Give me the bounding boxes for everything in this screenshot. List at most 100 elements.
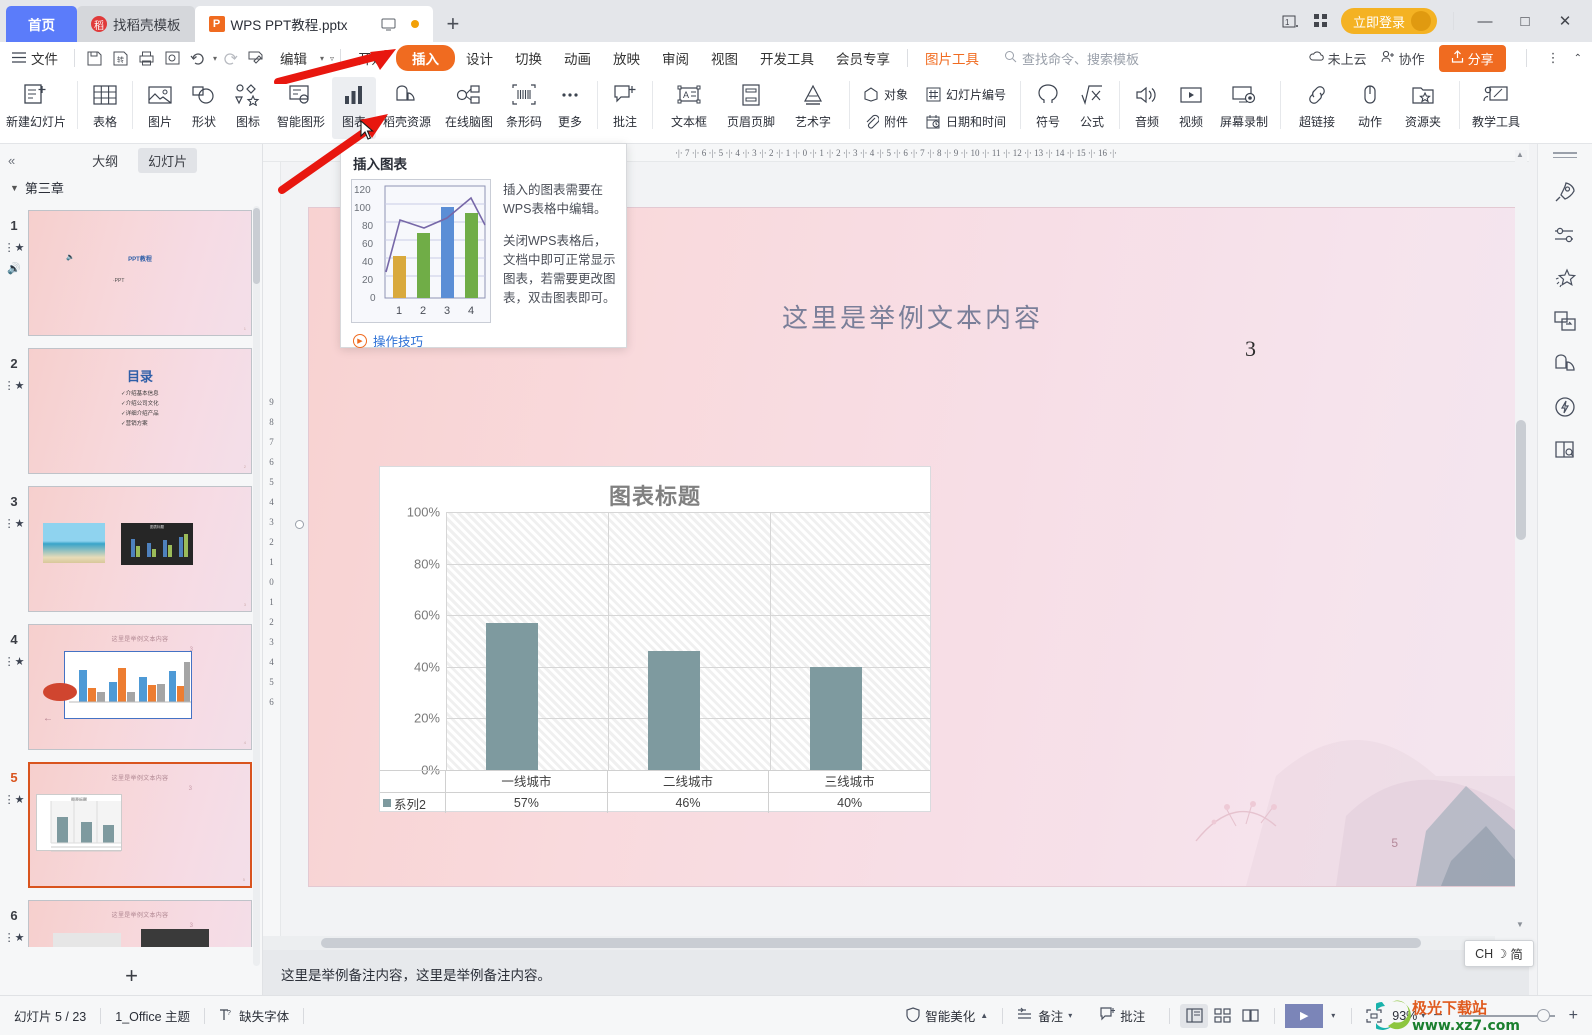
notes-pane[interactable]: 这里是举例备注内容，这里是举例备注内容。 [263,950,1529,995]
notes-horizontal-scrollbar[interactable] [263,936,1495,950]
save-as-icon[interactable]: 转 [107,46,133,70]
ribbon-video[interactable]: 视频 [1169,77,1213,139]
thumbnail-item-1[interactable]: 1 ⋮★ 🔊 🔈 PPT教程 ·PPT 1 [0,204,262,342]
quickaccess-caret-icon[interactable]: ▿ [330,54,334,63]
chart-object[interactable]: 图表标题 100% 80% 60% 40% 20% 0% 一线城市 二线城市 三… [379,466,931,813]
login-button[interactable]: 立即登录 [1340,8,1437,34]
ribbon-header-footer[interactable]: 页眉页脚 [720,77,782,139]
flash-idea-icon[interactable] [1552,394,1578,420]
search-command-input[interactable]: 查找命令、搜索模板 [1004,49,1139,68]
comment-toggle-button[interactable]: 批注 [1086,1006,1159,1025]
menu-item-developer[interactable]: 开发工具 [749,45,825,71]
format-painter-icon[interactable] [243,46,269,70]
start-slideshow-button[interactable]: ▶ [1285,1003,1324,1028]
scroll-down-arrow-icon[interactable]: ▼ [1516,920,1524,929]
menu-item-animation[interactable]: 动画 [553,45,602,71]
menu-item-insert[interactable]: 插入 [396,45,456,71]
thumbnail-preview[interactable]: 这里是举例文本内容 3 [28,900,252,947]
thumbnail-preview[interactable]: 目录 ✓介绍基本信息 ✓介绍公司文化 ✓详细介绍产品 ✓营销方案 2 [28,348,252,474]
missing-font-status[interactable]: ? 缺失字体 [205,1006,303,1025]
ribbon-slide-number[interactable]: 幻灯片编号 [921,81,1011,108]
thumbnail-item-4[interactable]: 4 ⋮★ 这里是举例文本内容 3 ← 4 [0,618,262,756]
ribbon-attachment[interactable]: 附件 [859,108,913,135]
thumbnail-item-6[interactable]: 6 ⋮★ 这里是举例文本内容 3 [0,894,262,947]
pane-tab-slides[interactable]: 幻灯片 [138,147,198,173]
print-icon[interactable] [133,46,159,70]
menu-item-design[interactable]: 设计 [455,45,504,71]
thumbnail-preview[interactable]: 🔈 PPT教程 ·PPT 1 [28,210,252,336]
menu-item-view[interactable]: 视图 [700,45,749,71]
share-button[interactable]: 分享 [1438,44,1506,72]
notes-caret-icon[interactable]: ▾ [1068,1011,1072,1020]
chart-bar-1[interactable] [648,651,700,770]
more-options-icon[interactable]: ⋮ [1547,50,1560,66]
thumbnail-item-5[interactable]: 5 ⋮★ 这里是举例文本内容 3 图表标题 5 [0,756,262,894]
cloud-status[interactable]: 未上云 [1308,49,1367,68]
chart-bar-0[interactable] [486,623,538,770]
rail-drag-handle[interactable] [1553,152,1577,162]
present-monitor-icon[interactable] [379,15,399,33]
pane-tab-outline[interactable]: 大纲 [82,148,128,173]
thumbnail-preview-current[interactable]: 这里是举例文本内容 3 图表标题 5 [28,762,252,888]
ribbon-hyperlink[interactable]: 超链接 [1286,77,1348,139]
ime-indicator[interactable]: CH ☽ 简 [1464,940,1534,967]
ribbon-teaching-tools[interactable]: 教学工具 [1465,77,1527,139]
thumbnail-preview[interactable]: 这里是举例文本内容 3 ← 4 [28,624,252,750]
apps-grid-icon[interactable] [1311,12,1331,30]
rocket-icon[interactable] [1552,179,1578,205]
minimize-button[interactable]: — [1470,13,1500,30]
ribbon-smartart[interactable]: 智能图形 [270,77,332,139]
maximize-button[interactable]: □ [1510,13,1540,30]
menu-item-member[interactable]: 会员专享 [825,45,901,71]
tab-find-template[interactable]: 稻 找稻壳模板 [77,6,195,42]
ribbon-new-slide[interactable]: 新建幻灯片 [0,77,72,139]
notes-toggle-button[interactable]: 备注 ▾ [1003,1006,1086,1025]
ribbon-mindmap[interactable]: 在线脑图 [438,77,500,139]
settings-sliders-icon[interactable] [1552,222,1578,248]
collapse-ribbon-icon[interactable]: ⌃ [1574,53,1582,64]
ribbon-screen-record[interactable]: 屏幕录制 [1213,77,1275,139]
tab-home[interactable]: 首页 [6,6,77,42]
selection-handle-left[interactable] [295,520,304,529]
ribbon-shape[interactable]: 形状 [182,77,226,139]
ribbon-audio[interactable]: 音频 [1125,77,1169,139]
magic-star-icon[interactable] [1552,265,1578,291]
ribbon-formula[interactable]: 公式 [1070,77,1114,139]
ribbon-date-time[interactable]: 日期和时间 [921,108,1011,135]
print-preview-icon[interactable] [159,46,185,70]
thumbnail-item-2[interactable]: 2 ⋮★ 目录 ✓介绍基本信息 ✓介绍公司文化 ✓详细介绍产品 ✓营销方案 2 [0,342,262,480]
theme-name[interactable]: 1_Office 主题 [101,1006,204,1025]
slide-sorter-icon[interactable] [1208,1004,1236,1028]
edit-caret-icon[interactable]: ▾ [320,54,324,63]
thumbnail-scrollbar[interactable] [253,206,260,966]
menu-item-start[interactable]: 开始 [347,45,396,71]
slideshow-caret-icon[interactable]: ▾ [1323,1011,1343,1020]
ribbon-docer-resource[interactable]: 稻壳资源 [376,77,438,139]
close-button[interactable]: ✕ [1550,12,1580,30]
section-header[interactable]: ▼ 第三章 [0,176,262,199]
thumbnail-item-3[interactable]: 3 ⋮★ 图表标题 3 [0,480,262,618]
thumbnail-preview[interactable]: 图表标题 3 [28,486,252,612]
add-slide-button[interactable]: + [0,963,263,989]
ribbon-comment[interactable]: 批注 [603,77,647,139]
menu-item-review[interactable]: 审阅 [651,45,700,71]
file-menu-button[interactable]: 文件 [0,48,68,68]
ribbon-wordart[interactable]: 艺术字 [782,77,844,139]
ribbon-more[interactable]: 更多 [548,77,592,139]
ribbon-table[interactable]: 表格 [83,77,127,139]
tooltip-tips-link[interactable]: ▶ 操作技巧 [341,323,626,350]
slide-counter[interactable]: 幻灯片 5 / 23 [0,1006,100,1025]
ribbon-action[interactable]: 动作 [1348,77,1392,139]
ribbon-textbox[interactable]: A 文本框 [658,77,720,139]
save-icon[interactable] [81,46,107,70]
ribbon-barcode[interactable]: 条形码 [500,77,548,139]
normal-view-icon[interactable] [1180,1003,1209,1028]
reading-view-icon[interactable] [1236,1004,1264,1028]
tab-document[interactable]: P WPS PPT教程.pptx [194,6,433,42]
ribbon-picture[interactable]: 图片 [138,77,182,139]
canvas-vertical-scrollbar[interactable] [1515,150,1527,930]
edit-mode-button[interactable]: 编辑 [269,45,318,71]
smart-beautify-button[interactable]: 智能美化 ▲ [892,1006,1002,1025]
chart-title[interactable]: 图表标题 [380,467,930,511]
ribbon-object[interactable]: 对象 [859,81,913,108]
